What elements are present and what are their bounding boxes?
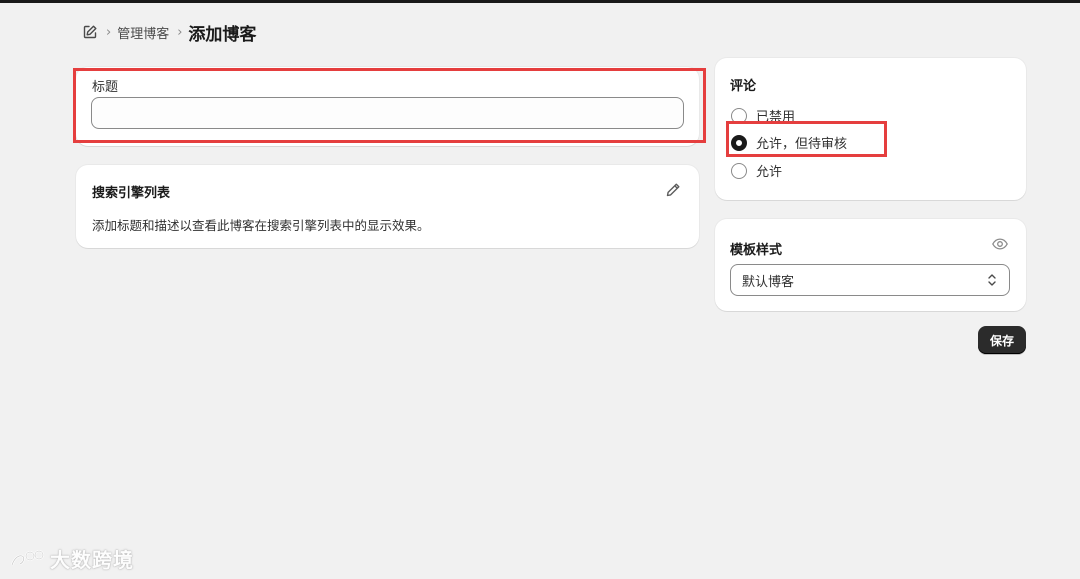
save-button[interactable]: 保存 — [978, 326, 1026, 354]
radio-label: 允许，但待审核 — [756, 137, 848, 152]
eye-icon[interactable] — [991, 235, 1009, 253]
chevron-up-down-icon — [986, 272, 998, 288]
template-selected-value: 默认博客 — [742, 274, 795, 290]
radio-label: 允许 — [756, 165, 783, 180]
radio-button[interactable] — [731, 107, 747, 124]
radio-label: 已禁用 — [756, 110, 796, 125]
edit-square-icon[interactable] — [82, 24, 98, 40]
page-title: 添加博客 — [188, 24, 257, 45]
comment-option-moderated[interactable]: 允许，但待审核 — [731, 133, 847, 152]
watermark: 大数跨境 — [8, 544, 134, 573]
comments-title: 评论 — [730, 79, 757, 94]
comments-card: 评论 已禁用 允许，但待审核 允许 — [715, 58, 1026, 200]
breadcrumb-parent-link[interactable]: 管理博客 — [117, 23, 169, 42]
seo-listing-title: 搜索引擎列表 — [92, 186, 171, 201]
title-input[interactable] — [91, 97, 684, 129]
template-style-card: 模板样式 默认博客 — [715, 219, 1026, 311]
pencil-icon[interactable] — [664, 181, 682, 199]
radio-button[interactable] — [731, 134, 747, 151]
comment-option-allowed[interactable]: 允许 — [731, 161, 782, 180]
comment-option-disabled[interactable]: 已禁用 — [731, 106, 795, 125]
radio-button[interactable] — [731, 162, 747, 179]
seo-listing-card: 搜索引擎列表 添加标题和描述以查看此博客在搜索引擎列表中的显示效果。 — [76, 165, 699, 248]
template-style-select[interactable]: 默认博客 — [730, 264, 1010, 296]
breadcrumb-separator: › — [177, 24, 183, 40]
title-card: 标题 — [76, 67, 699, 146]
seo-listing-description: 添加标题和描述以查看此博客在搜索引擎列表中的显示效果。 — [92, 218, 430, 233]
title-label: 标题 — [92, 80, 119, 95]
watermark-text: 大数跨境 — [50, 548, 134, 572]
breadcrumb-separator: › — [106, 24, 112, 40]
watermark-logo-icon — [8, 547, 48, 571]
breadcrumb: › 管理博客 › 添加博客 — [82, 20, 257, 45]
window-top-border — [0, 0, 1080, 3]
template-style-title: 模板样式 — [730, 243, 783, 258]
